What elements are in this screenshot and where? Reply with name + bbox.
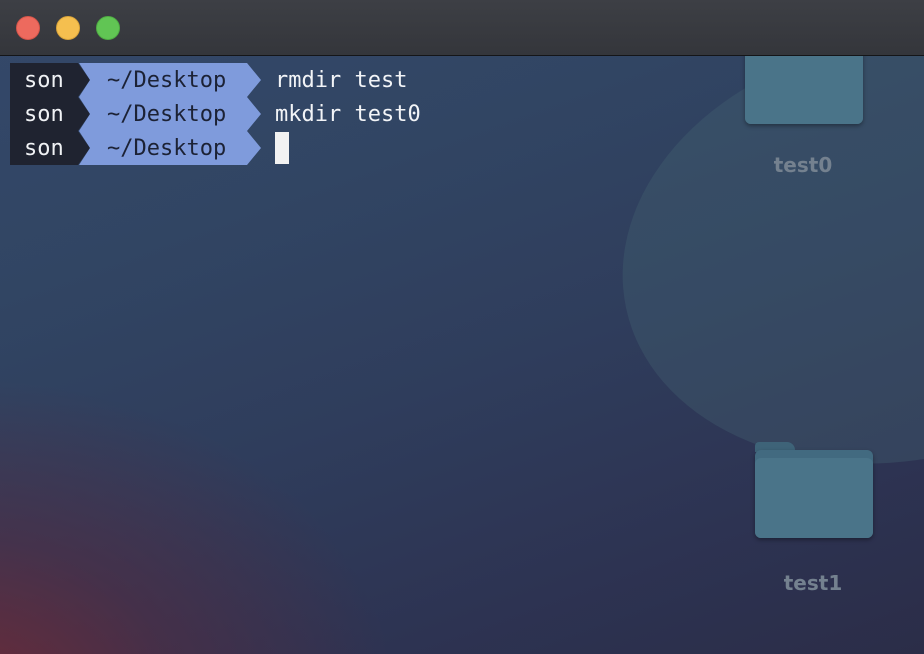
terminal-window: test0 test1 son ~/Desktop rmdir test son…: [0, 0, 924, 654]
close-button[interactable]: [16, 16, 40, 40]
minimize-button[interactable]: [56, 16, 80, 40]
prompt-user: son: [10, 131, 90, 165]
prompt-directory: ~/Desktop: [79, 97, 261, 131]
prompt-line-active[interactable]: son ~/Desktop: [10, 131, 421, 165]
desktop-folder-test1[interactable]: [755, 442, 873, 540]
prompt-line: son ~/Desktop mkdir test0: [10, 97, 421, 131]
terminal-output[interactable]: son ~/Desktop rmdir test son ~/Desktop m…: [10, 63, 421, 165]
desktop-folder-label: test0: [773, 153, 833, 177]
command-text: mkdir test0: [275, 101, 421, 127]
zoom-button[interactable]: [96, 16, 120, 40]
prompt-directory: ~/Desktop: [79, 63, 261, 97]
prompt-directory: ~/Desktop: [79, 131, 261, 165]
text-cursor[interactable]: [275, 132, 289, 164]
prompt-user: son: [10, 63, 90, 97]
prompt-line: son ~/Desktop rmdir test: [10, 63, 421, 97]
prompt-user: son: [10, 97, 90, 131]
command-text: rmdir test: [275, 67, 408, 93]
title-bar[interactable]: [0, 0, 924, 56]
desktop-folder-label: test1: [783, 571, 843, 595]
